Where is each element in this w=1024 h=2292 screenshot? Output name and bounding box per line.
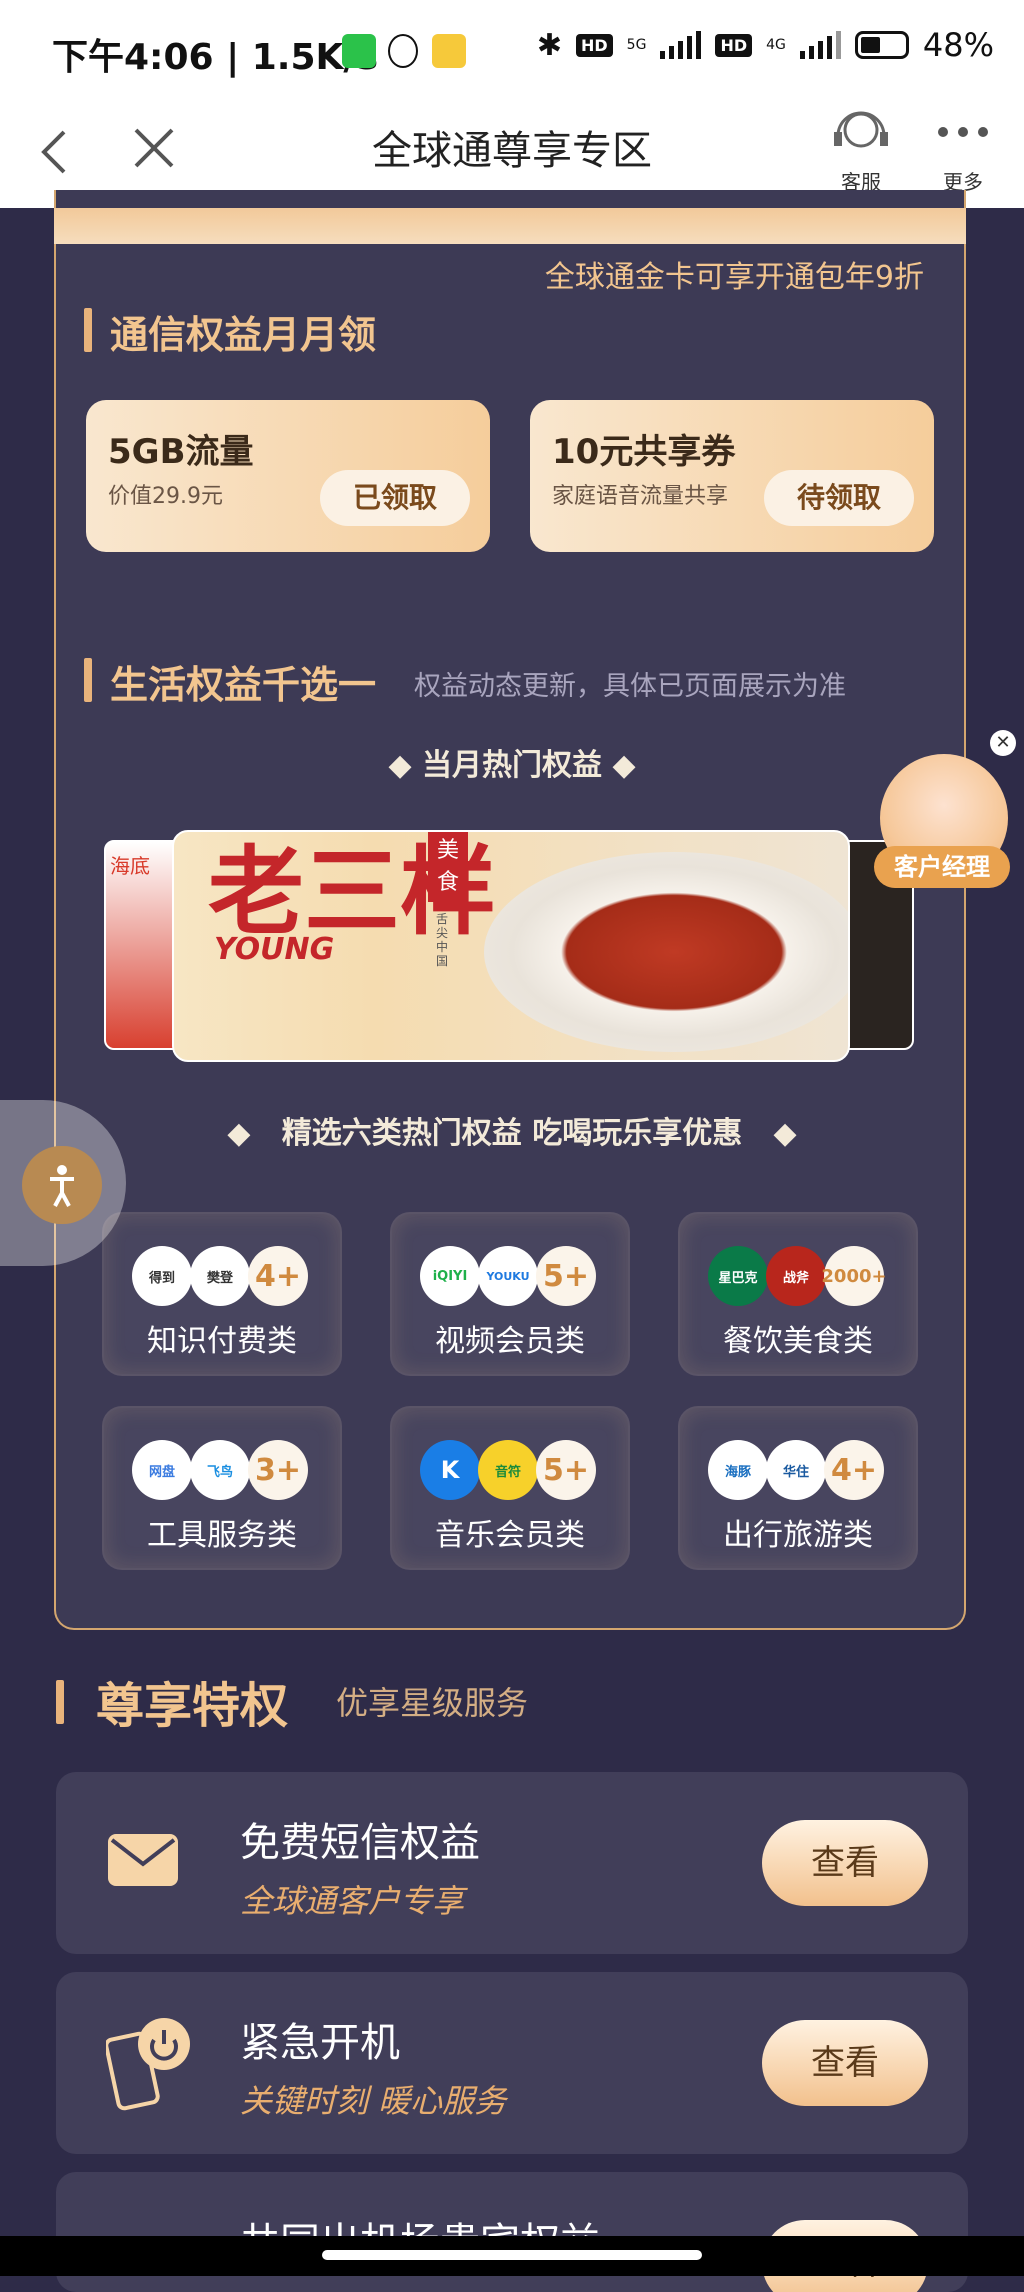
banner-current[interactable]: 老三样 YOUNG 美食 舌尖中国 <box>172 830 850 1062</box>
envelope-icon <box>106 1832 180 1888</box>
signal-icon <box>660 31 702 59</box>
top-note: 全球通金卡可享开通包年9折 <box>544 260 924 295</box>
life-section-title: 生活权益千选一 <box>110 663 377 707</box>
telecom-card-1[interactable]: 5GB流量 价值29.9元 已领取 <box>86 400 490 552</box>
section-marker <box>84 658 92 702</box>
banner-dish-image <box>484 852 848 1052</box>
category-video[interactable]: iQIYI YOUKU 5+ 视频会员类 <box>390 1212 630 1376</box>
card-subtitle: 家庭语音流量共享 <box>552 484 729 509</box>
privilege-subtitle: 关键时刻 暖心服务 <box>240 2082 507 2120</box>
bluetooth-icon: ✱ <box>536 27 562 63</box>
logo-starbucks: 星巴克 <box>708 1246 768 1306</box>
payment-icon <box>432 34 466 68</box>
card-title: 5GB流量 <box>108 432 254 472</box>
section-marker <box>56 1680 64 1724</box>
manager-float[interactable]: 客户经理 <box>874 750 1016 900</box>
count-badge: 5+ <box>536 1246 596 1306</box>
status-time: 下午4:06 | 1.5K/s <box>52 37 379 78</box>
category-label: 知识付费类 <box>147 1324 297 1359</box>
battery-level: 48% <box>922 26 994 64</box>
battery-icon <box>854 31 909 59</box>
status-bar: 下午4:06 | 1.5K/s ✱ HD 5G HD 4G 48% <box>0 0 1024 96</box>
view-button[interactable]: 查看 <box>762 1820 928 1906</box>
privilege-section-title: 尊享特权 <box>96 1678 289 1734</box>
category-label: 音乐会员类 <box>435 1518 585 1553</box>
hd-icon-2: HD <box>715 33 753 57</box>
top-strip <box>54 208 966 244</box>
customer-service-button[interactable]: 客服 <box>826 102 896 202</box>
category-label: 视频会员类 <box>435 1324 585 1359</box>
category-label: 工具服务类 <box>147 1518 297 1553</box>
categories-title: ◆ 精选六类热门权益 吃喝玩乐享优惠 ◆ <box>227 1116 797 1151</box>
accessibility-icon <box>22 1146 102 1224</box>
logo-cloud: 网盘 <box>132 1440 192 1500</box>
category-tools[interactable]: 网盘 飞鸟 3+ 工具服务类 <box>102 1406 342 1570</box>
count-badge: 4+ <box>248 1246 308 1306</box>
network-4g-label: 4G <box>766 37 786 53</box>
privilege-title: 紧急开机 <box>240 2020 400 2066</box>
view-button[interactable]: 查看 <box>762 2020 928 2106</box>
logo-bird: 飞鸟 <box>190 1440 250 1500</box>
phone-power-icon <box>104 2014 196 2114</box>
logo-zhanfu: 战斧 <box>766 1246 826 1306</box>
category-travel[interactable]: 海豚 华住 4+ 出行旅游类 <box>678 1406 918 1570</box>
count-badge: 5+ <box>536 1440 596 1500</box>
qq-icon <box>388 34 418 68</box>
logo-youku: YOUKU <box>478 1246 538 1306</box>
category-knowledge[interactable]: 得到 樊登 4+ 知识付费类 <box>102 1212 342 1376</box>
category-music[interactable]: K 音符 5+ 音乐会员类 <box>390 1406 630 1570</box>
card-subtitle: 价值29.9元 <box>108 484 223 509</box>
status-indicators: ✱ HD 5G HD 4G 48% <box>537 26 994 64</box>
logo-fandeng: 樊登 <box>190 1246 250 1306</box>
category-label: 出行旅游类 <box>723 1518 873 1553</box>
hot-benefits-title: ◆ 当月热门权益 ◆ <box>388 748 636 783</box>
claimed-button[interactable]: 已领取 <box>320 470 470 526</box>
logo-music: 音符 <box>478 1440 538 1500</box>
telecom-section-title: 通信权益月月领 <box>110 313 377 357</box>
signal-icon-2 <box>799 31 841 59</box>
banner-latin-text: YOUNG <box>214 932 335 967</box>
logo-kugou: K <box>420 1440 480 1500</box>
count-badge: 3+ <box>248 1440 308 1500</box>
logo-iqiyi: iQIYI <box>420 1246 480 1306</box>
privilege-section-subtitle: 优享星级服务 <box>336 1684 529 1722</box>
more-dots-icon <box>938 127 988 137</box>
manager-label: 客户经理 <box>874 846 1010 888</box>
more-button[interactable]: 更多 <box>928 102 998 202</box>
claim-button[interactable]: 待领取 <box>764 470 914 526</box>
network-5g-label: 5G <box>626 37 647 53</box>
home-indicator[interactable] <box>322 2250 702 2260</box>
category-label: 餐饮美食类 <box>723 1324 873 1359</box>
wechat-icon <box>342 34 376 68</box>
privilege-item-emergency[interactable]: 紧急开机 关键时刻 暖心服务 查看 <box>56 1972 968 2154</box>
logo-dolphin: 海豚 <box>708 1440 768 1500</box>
card-title: 10元共享券 <box>552 432 736 472</box>
banner-prev-label: 海底 <box>110 854 150 878</box>
close-float-icon[interactable]: ✕ <box>990 730 1016 756</box>
telecom-card-2[interactable]: 10元共享券 家庭语音流量共享 待领取 <box>530 400 934 552</box>
privilege-item-sms[interactable]: 免费短信权益 全球通客户专享 查看 <box>56 1772 968 1954</box>
headset-icon <box>834 111 888 148</box>
logo-dedao: 得到 <box>132 1246 192 1306</box>
privilege-subtitle: 全球通客户专享 <box>240 1882 465 1920</box>
category-food[interactable]: 星巴克 战斧 2000+ 餐饮美食类 <box>678 1212 918 1376</box>
life-section-note: 权益动态更新，具体已页面展示为准 <box>414 671 846 702</box>
logo-huazhu: 华住 <box>766 1440 826 1500</box>
count-badge: 2000+ <box>821 1246 887 1306</box>
banner-tag: 美食 <box>428 832 468 902</box>
section-marker <box>84 308 92 352</box>
hd-icon: HD <box>576 33 613 57</box>
count-badge: 4+ <box>824 1440 884 1500</box>
privilege-title: 免费短信权益 <box>240 1820 480 1866</box>
banner-tag-sub: 舌尖中国 <box>436 912 449 968</box>
